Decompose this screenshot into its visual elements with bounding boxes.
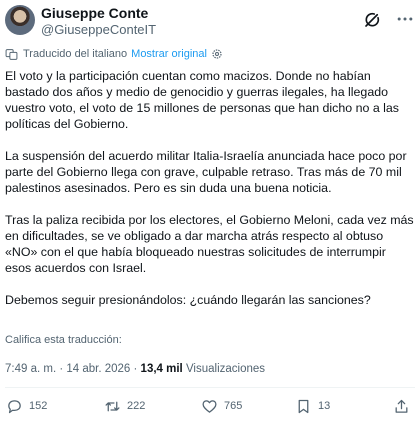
bookmark-icon	[298, 399, 309, 413]
gear-icon[interactable]	[211, 48, 223, 60]
grok-icon[interactable]	[363, 11, 381, 29]
views-label: Visualizaciones	[185, 363, 266, 375]
tweet-paragraph: Tras la paliza recibida por los electore…	[5, 213, 414, 275]
views-count: 13,4 mil	[140, 363, 183, 375]
author-handle[interactable]: @GiuseppeConteIT	[41, 22, 156, 37]
like-count: 765	[224, 400, 243, 412]
repost-icon	[105, 401, 120, 411]
more-icon[interactable]	[395, 9, 415, 29]
like-button[interactable]: 765	[201, 396, 242, 416]
share-icon	[395, 399, 408, 413]
tweet-paragraph: Debemos seguir presionándolos: ¿cuándo l…	[5, 293, 371, 307]
rate-translation: Califica esta traducción:	[5, 334, 122, 346]
reply-count: 152	[29, 400, 48, 412]
avatar[interactable]	[5, 5, 35, 35]
divider	[5, 387, 415, 388]
timestamp[interactable]: 7:49 a. m. · 14 abr. 2026 ·	[5, 363, 137, 375]
translate-icon	[5, 48, 18, 60]
heart-icon	[202, 399, 217, 413]
tweet-meta: 7:49 a. m. · 14 abr. 2026 · 13,4 mil Vis…	[5, 363, 265, 375]
tweet-paragraph: El voto y la participación cuentan como …	[5, 69, 400, 131]
translation-label: Traducido del italiano	[23, 48, 128, 60]
tweet-header: Giuseppe Conte @GiuseppeConteIT	[0, 0, 420, 44]
tweet-paragraph: La suspensión del acuerdo militar Italia…	[5, 149, 407, 195]
author-name[interactable]: Giuseppe Conte	[41, 5, 148, 21]
tweet-text: El voto y la participación cuentan como …	[5, 68, 415, 324]
show-original-link[interactable]: Mostrar original	[131, 48, 207, 60]
action-bar: 152 222 765 13	[0, 396, 420, 418]
repost-count: 222	[127, 400, 146, 412]
reply-icon	[8, 399, 21, 413]
reply-button[interactable]: 152	[6, 396, 47, 416]
translation-bar: Traducido del italiano Mostrar original	[5, 46, 223, 62]
bookmark-count: 13	[318, 400, 331, 412]
share-button[interactable]	[393, 396, 416, 416]
bookmark-button[interactable]: 13	[295, 396, 330, 416]
repost-button[interactable]: 222	[104, 396, 145, 416]
